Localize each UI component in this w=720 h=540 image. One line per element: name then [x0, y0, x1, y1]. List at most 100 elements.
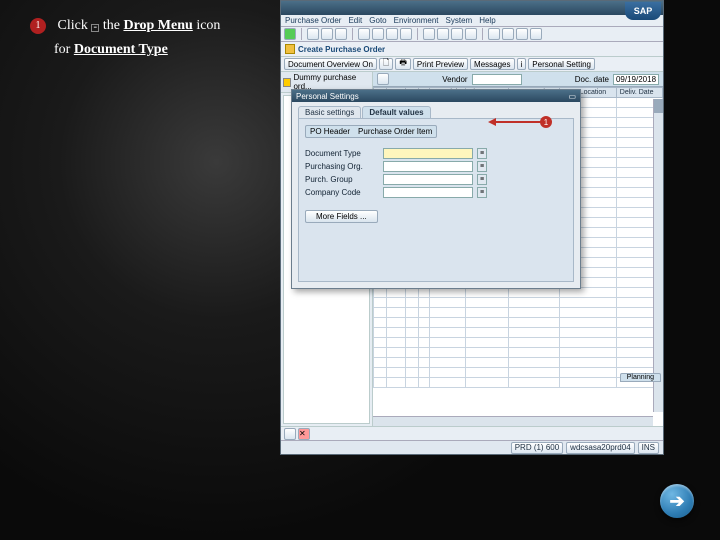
status-server: PRD (1) 600 [511, 442, 563, 454]
dropmenu-icon: ≡ [91, 24, 99, 32]
instruction-block: 1 Click ≡ the Drop Menu icon for Documen… [30, 18, 280, 58]
tab-defaults[interactable]: Default values [362, 106, 430, 118]
messages-button[interactable]: Messages [470, 58, 514, 70]
planning-tab[interactable]: Planning [620, 373, 661, 382]
table-row[interactable] [374, 338, 663, 348]
more-fields-button[interactable]: More Fields ... [305, 210, 378, 223]
col[interactable]: Deliv. Date [616, 88, 662, 98]
toolbtn[interactable] [400, 28, 412, 40]
vertical-scrollbar[interactable] [653, 99, 663, 412]
vendor-label: Vendor [442, 75, 467, 84]
company-code-field[interactable] [383, 187, 473, 198]
table-row[interactable] [374, 298, 663, 308]
company-code-f4-icon[interactable]: ≡ [477, 187, 487, 198]
docdate-field[interactable]: 09/19/2018 [613, 74, 659, 85]
docdate-label: Doc. date [575, 75, 609, 84]
toolbtn[interactable] [465, 28, 477, 40]
sap-logo: SAP [625, 2, 661, 20]
main-toolbar [281, 27, 663, 42]
app-toolbar: Document Overview On 🗋 🖶 Print Preview M… [281, 57, 663, 72]
row-document-type: Document Type ≡ [305, 148, 567, 159]
step-badge: 1 [30, 18, 46, 34]
toolbtn[interactable] [451, 28, 463, 40]
next-button[interactable]: ➔ [660, 484, 694, 518]
toolchip[interactable]: 🖶 [395, 58, 411, 70]
dialog-close-icon[interactable]: ▭ [568, 92, 576, 101]
instr-for: for [54, 42, 70, 57]
purch-group-f4-icon[interactable]: ≡ [477, 174, 487, 185]
page-title: Create Purchase Order [298, 45, 385, 54]
toolbtn[interactable] [284, 28, 296, 40]
row-purch-group: Purch. Group ≡ [305, 174, 567, 185]
toolbtn[interactable] [437, 28, 449, 40]
tab-basic[interactable]: Basic settings [298, 106, 361, 118]
personal-settings-dialog: Personal Settings ▭ Basic settings Defau… [291, 89, 581, 289]
toolbtn[interactable] [516, 28, 528, 40]
row-purch-org: Purchasing Org. ≡ [305, 161, 567, 172]
po-icon [285, 44, 295, 54]
cancel-icon[interactable]: ✕ [298, 428, 310, 440]
label-purch-group: Purch. Group [305, 175, 375, 184]
toolbtn[interactable] [386, 28, 398, 40]
instr-bold2: Document Type [74, 42, 168, 57]
toolbtn[interactable] [488, 28, 500, 40]
section-bar: PO Header Purchase Order Item [305, 125, 437, 138]
table-row[interactable] [374, 318, 663, 328]
info-icon[interactable]: i [517, 58, 527, 70]
toolbtn[interactable] [307, 28, 319, 40]
status-ins: INS [638, 442, 659, 454]
callout-number: 1 [540, 116, 552, 128]
personal-setting-button[interactable]: Personal Setting [528, 58, 595, 70]
instr-after: icon [196, 18, 220, 33]
print-preview-button[interactable]: Print Preview [413, 58, 468, 70]
dialog-body: PO Header Purchase Order Item Document T… [298, 118, 574, 282]
menu-system[interactable]: System [446, 16, 473, 25]
vendor-field[interactable] [472, 74, 522, 85]
table-row[interactable] [374, 308, 663, 318]
table-row[interactable] [374, 358, 663, 368]
doc-type-field[interactable] [383, 148, 473, 159]
dialog-titlebar: Personal Settings ▭ [292, 90, 580, 102]
cart-icon [283, 78, 291, 87]
expand-icon[interactable] [377, 73, 389, 85]
purch-group-field[interactable] [383, 174, 473, 185]
callout-arrow: 1 [488, 116, 552, 128]
doc-type-f4-icon[interactable]: ≡ [477, 148, 487, 159]
save-icon[interactable] [284, 428, 296, 440]
horizontal-scrollbar[interactable] [373, 416, 653, 426]
purch-org-f4-icon[interactable]: ≡ [477, 161, 487, 172]
dialog-title: Personal Settings [296, 92, 359, 101]
label-doc-type: Document Type [305, 149, 375, 158]
menu-env[interactable]: Environment [394, 16, 439, 25]
window-titlebar [281, 1, 663, 15]
menu-goto[interactable]: Goto [369, 16, 386, 25]
toolbtn[interactable] [530, 28, 542, 40]
label-company-code: Company Code [305, 188, 375, 197]
section-po-item[interactable]: Purchase Order Item [358, 127, 432, 136]
toolbtn[interactable] [335, 28, 347, 40]
instr-the: the [103, 18, 120, 33]
label-purch-org: Purchasing Org. [305, 162, 375, 171]
toolbtn[interactable] [372, 28, 384, 40]
table-row[interactable] [374, 348, 663, 358]
toolchip[interactable]: 🗋 [379, 58, 393, 70]
toolbtn[interactable] [502, 28, 514, 40]
po-header-strip: Vendor Doc. date 09/19/2018 [373, 72, 663, 87]
instr-click: Click [58, 18, 88, 33]
toolbtn[interactable] [321, 28, 333, 40]
menu-edit[interactable]: Edit [348, 16, 362, 25]
purch-org-field[interactable] [383, 161, 473, 172]
toolbtn[interactable] [358, 28, 370, 40]
toolbtn[interactable] [423, 28, 435, 40]
table-row[interactable] [374, 288, 663, 298]
section-po-header[interactable]: PO Header [310, 127, 350, 136]
page-title-bar: Create Purchase Order [281, 42, 663, 57]
table-row[interactable] [374, 328, 663, 338]
sap-window: SAP Purchase Order Edit Goto Environment… [280, 0, 664, 455]
menubar[interactable]: Purchase Order Edit Goto Environment Sys… [281, 15, 663, 27]
menu-po[interactable]: Purchase Order [285, 16, 341, 25]
menu-help[interactable]: Help [479, 16, 495, 25]
quick-toolbar: ✕ [281, 426, 663, 440]
status-host: wdcsasa20prd04 [566, 442, 634, 454]
doc-overview-button[interactable]: Document Overview On [284, 58, 377, 70]
